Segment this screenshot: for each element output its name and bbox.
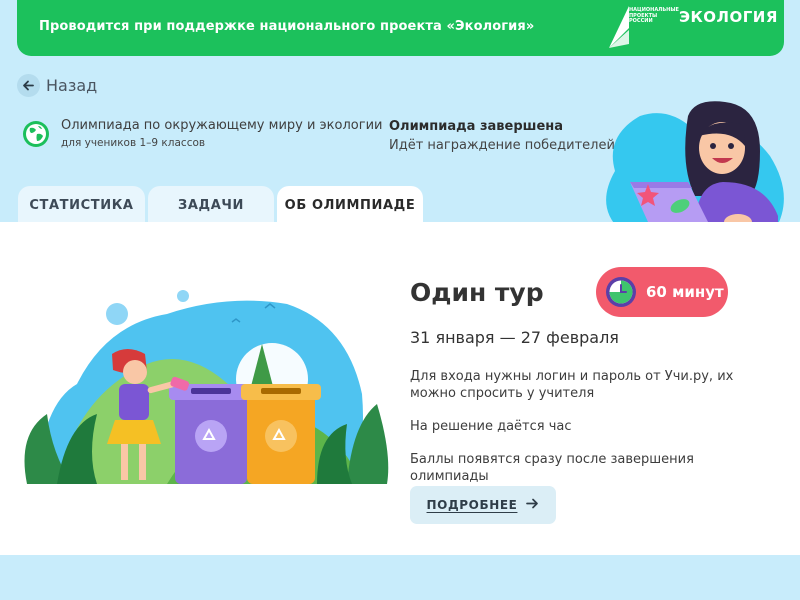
- logo-flag-icon: [609, 6, 629, 48]
- tour-card: Один тур 60 минут 31 января — 27 февраля…: [0, 222, 800, 555]
- eco-project-banner: Проводится при поддержке национального п…: [17, 0, 784, 56]
- logo-caption: НАЦИОНАЛЬНЫЕ ПРОЕКТЫ РОССИИ: [629, 7, 679, 25]
- olympiad-status: Олимпиада завершена Идёт награждение поб…: [389, 119, 615, 153]
- more-details-button[interactable]: ПОДРОБНЕЕ: [410, 486, 556, 524]
- arrow-right-icon: [526, 497, 539, 513]
- info-time-limit: На решение даётся час: [410, 419, 572, 434]
- info-login: Для входа нужны логин и пароль от Учи.ру…: [410, 369, 734, 401]
- duration-label: 60 минут: [646, 283, 724, 301]
- clock-icon: [606, 277, 636, 307]
- recycling-girl-illustration: [24, 290, 389, 484]
- arrow-left-icon: [17, 74, 40, 97]
- tab-about-olympiad[interactable]: ОБ ОЛИМПИАДЕ: [277, 186, 423, 224]
- back-link[interactable]: Назад: [17, 74, 97, 97]
- subject-title: Олимпиада по окружающему миру и экологии: [61, 118, 383, 133]
- globe-icon: [23, 121, 49, 147]
- tab-tasks[interactable]: ЗАДАЧИ: [148, 186, 274, 224]
- girl-with-laptop-illustration: [606, 101, 784, 230]
- info-scores: Баллы появятся сразу после завершения ол…: [410, 452, 694, 484]
- national-projects-logo: НАЦИОНАЛЬНЫЕ ПРОЕКТЫ РОССИИ ЭКОЛОГИЯ: [607, 4, 777, 52]
- status-text: Идёт награждение победителей: [389, 138, 615, 153]
- tour-title: Один тур: [410, 278, 544, 307]
- status-title: Олимпиада завершена: [389, 119, 564, 134]
- more-details-label: ПОДРОБНЕЕ: [426, 498, 518, 512]
- tour-dates: 31 января — 27 февраля: [410, 328, 619, 347]
- back-label: Назад: [46, 76, 98, 95]
- banner-text: Проводится при поддержке национального п…: [39, 19, 535, 34]
- duration-badge: 60 минут: [596, 267, 728, 317]
- tab-statistics[interactable]: СТАТИСТИКА: [18, 186, 145, 224]
- olympiad-subject: Олимпиада по окружающему миру и экологии…: [61, 118, 382, 149]
- logo-word: ЭКОЛОГИЯ: [679, 8, 778, 26]
- subject-grades: для учеников 1–9 классов: [61, 137, 206, 149]
